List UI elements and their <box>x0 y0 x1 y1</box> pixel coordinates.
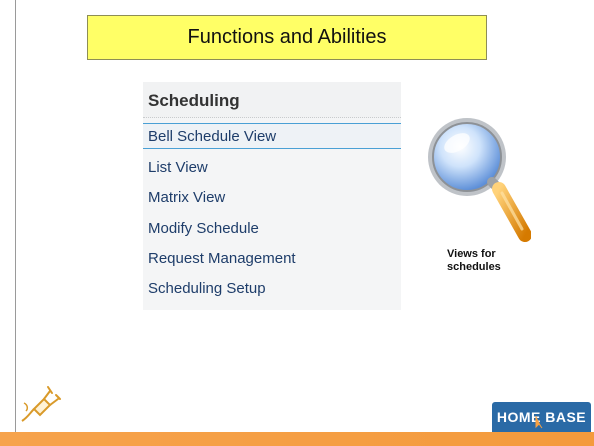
menu-item-matrix-view[interactable]: Matrix View <box>143 185 401 211</box>
menu-header: Scheduling <box>143 82 401 118</box>
slide-title: Functions and Abilities <box>87 15 487 60</box>
menu-header-label: Scheduling <box>148 91 240 110</box>
magnifying-glass-icon <box>428 118 531 242</box>
scheduling-menu: Scheduling Bell Schedule View List View … <box>143 82 401 310</box>
power-plug-icon <box>21 386 61 422</box>
callout-text: Views for schedules <box>447 248 537 274</box>
logo-cursor-icon <box>535 416 543 429</box>
menu-item-request-management[interactable]: Request Management <box>143 246 401 272</box>
callout-line-2: schedules <box>447 261 501 273</box>
menu-item-list-view[interactable]: List View <box>143 155 401 181</box>
menu-item-scheduling-setup[interactable]: Scheduling Setup <box>143 276 401 302</box>
callout-line-1: Views for <box>447 248 496 260</box>
menu-item-bell-schedule-view[interactable]: Bell Schedule View <box>143 123 401 149</box>
menu-item-modify-schedule[interactable]: Modify Schedule <box>143 216 401 242</box>
slide-title-text: Functions and Abilities <box>187 26 387 48</box>
footer-bar <box>0 432 594 446</box>
